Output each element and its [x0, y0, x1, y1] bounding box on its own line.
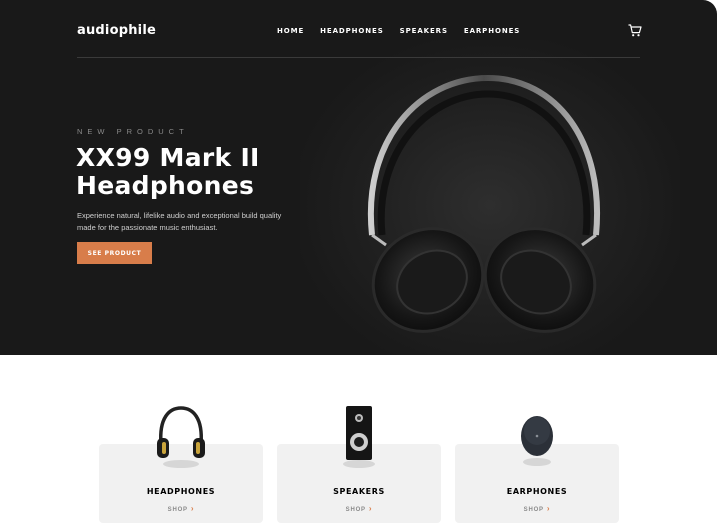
- category-title: SPEAKERS: [333, 487, 385, 496]
- cart-icon[interactable]: [628, 24, 642, 37]
- category-card-speakers[interactable]: SPEAKERS SHOP ›: [277, 406, 441, 523]
- category-title: EARPHONES: [506, 487, 568, 496]
- chevron-right-icon: ›: [546, 504, 551, 513]
- headphones-image: [367, 74, 601, 333]
- nav-item-home[interactable]: HOME: [277, 27, 304, 35]
- speaker-thumbnail: [343, 406, 375, 468]
- headphones-thumbnail: [157, 406, 205, 468]
- shop-link[interactable]: SHOP ›: [455, 504, 619, 513]
- see-product-button[interactable]: SEE PRODUCT: [77, 242, 152, 264]
- nav-item-earphones[interactable]: EARPHONES: [464, 27, 520, 35]
- hero-section: audiophile HOME HEADPHONES SPEAKERS EARP…: [0, 0, 717, 355]
- nav-divider: [77, 57, 640, 58]
- hero-overline: NEW PRODUCT: [77, 127, 189, 136]
- category-card-earphones[interactable]: EARPHONES SHOP ›: [455, 416, 619, 523]
- nav-item-speakers[interactable]: SPEAKERS: [400, 27, 448, 35]
- nav-links: HOME HEADPHONES SPEAKERS EARPHONES: [277, 27, 520, 35]
- nav-item-headphones[interactable]: HEADPHONES: [320, 27, 384, 35]
- shop-label: SHOP: [345, 507, 366, 513]
- category-section: HEADPHONES SHOP › SPEAKERS SHOP › EARPHONE…: [0, 355, 717, 523]
- shop-label: SHOP: [523, 507, 544, 513]
- category-title: HEADPHONES: [146, 487, 216, 496]
- shop-link[interactable]: SHOP ›: [99, 504, 263, 513]
- logo[interactable]: audiophile: [77, 23, 156, 38]
- category-card-headphones[interactable]: HEADPHONES SHOP ›: [99, 406, 263, 523]
- shop-link[interactable]: SHOP ›: [277, 504, 441, 513]
- shop-label: SHOP: [167, 507, 188, 513]
- chevron-right-icon: ›: [368, 504, 373, 513]
- top-navigation: audiophile HOME HEADPHONES SPEAKERS EARP…: [0, 0, 717, 58]
- hero-title: XX99 Mark II Headphones: [76, 143, 260, 200]
- hero-description: Experience natural, lifelike audio and e…: [77, 211, 282, 232]
- chevron-right-icon: ›: [190, 504, 195, 513]
- earphones-case-thumbnail: [521, 416, 553, 466]
